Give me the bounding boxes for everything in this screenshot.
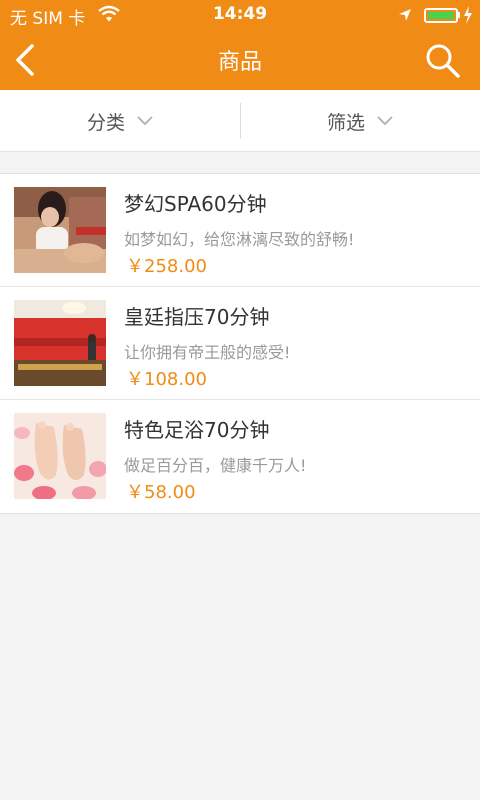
product-description: 如梦如幻，给您淋漓尽致的舒畅! — [124, 230, 355, 249]
filter-dropdown[interactable]: 筛选 — [240, 90, 480, 152]
page-title: 商品 — [217, 50, 262, 75]
search-button[interactable] — [420, 38, 466, 84]
product-item[interactable]: 梦幻SPA60分钟 如梦如幻，给您淋漓尽致的舒畅! ￥258.00 — [0, 174, 480, 287]
location-arrow-icon — [399, 9, 411, 21]
filter-label: 筛选 — [326, 111, 365, 134]
product-description: 做足百分百，健康千万人! — [124, 456, 307, 475]
search-icon — [426, 44, 460, 78]
product-title: 皇廷指压70分钟 — [124, 305, 270, 329]
product-price: ￥58.00 — [126, 482, 196, 503]
product-title: 特色足浴70分钟 — [124, 418, 270, 442]
product-thumbnail — [14, 300, 106, 386]
battery-level-fill — [428, 12, 454, 19]
product-thumbnail — [14, 187, 106, 273]
chevron-down-icon — [137, 116, 153, 126]
product-price: ￥258.00 — [126, 256, 207, 277]
product-title: 梦幻SPA60分钟 — [124, 192, 267, 216]
app-header: 无 SIM 卡 14:49 商品 — [0, 0, 480, 90]
chevron-down-icon — [377, 116, 393, 126]
product-description: 让你拥有帝王般的感受! — [124, 343, 291, 362]
category-dropdown[interactable]: 分类 — [0, 90, 240, 152]
product-item[interactable]: 特色足浴70分钟 做足百分百，健康千万人! ￥58.00 — [0, 400, 480, 513]
product-thumbnail — [14, 413, 106, 499]
nav-bar: 商品 — [0, 30, 480, 90]
category-label: 分类 — [86, 111, 125, 134]
product-price: ￥108.00 — [126, 369, 207, 390]
battery-cap — [458, 12, 460, 18]
status-bar: 无 SIM 卡 14:49 — [0, 0, 480, 30]
charging-bolt-icon — [464, 6, 472, 24]
filter-bar: 分类 筛选 — [0, 90, 480, 152]
product-item[interactable]: 皇廷指压70分钟 让你拥有帝王般的感受! ￥108.00 — [0, 287, 480, 400]
battery-icon — [424, 8, 458, 23]
product-list: 梦幻SPA60分钟 如梦如幻，给您淋漓尽致的舒畅! ￥258.00 皇廷指压70… — [0, 173, 480, 514]
